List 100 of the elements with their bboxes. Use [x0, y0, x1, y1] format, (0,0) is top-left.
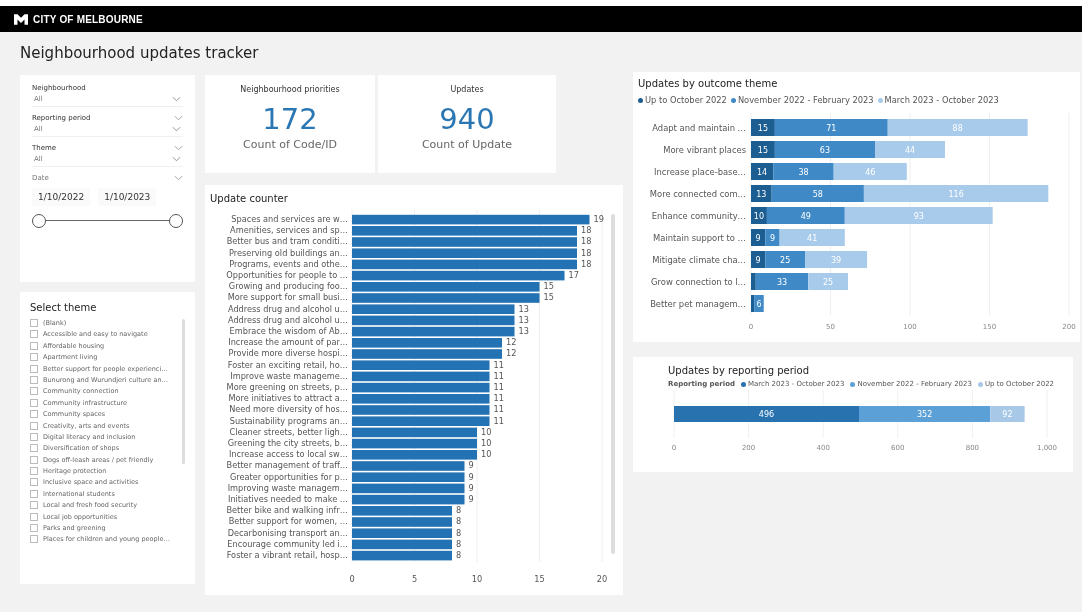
bar-segment[interactable] — [751, 295, 755, 312]
chart-title: Updates by outcome theme — [638, 78, 779, 89]
category-label: More vibrant places — [663, 145, 746, 155]
bar-segment[interactable] — [773, 163, 834, 180]
data-label: 49 — [800, 212, 811, 221]
bar-segment[interactable] — [765, 251, 806, 268]
category-label: Growing and producing foo… — [228, 281, 348, 292]
checkbox[interactable] — [30, 501, 38, 510]
slider-handle[interactable] — [32, 214, 46, 228]
bar[interactable] — [352, 282, 540, 292]
bar[interactable] — [352, 338, 502, 348]
checkbox[interactable] — [30, 387, 38, 396]
checkbox[interactable] — [30, 524, 38, 533]
bar[interactable] — [352, 226, 577, 236]
chart-title: Updates by reporting period — [667, 365, 811, 376]
checkbox[interactable] — [30, 535, 38, 544]
data-label: 25 — [780, 256, 791, 265]
bar[interactable] — [352, 304, 515, 314]
bar[interactable] — [352, 483, 465, 494]
data-label: 9 — [468, 471, 474, 482]
bar[interactable] — [352, 270, 565, 281]
bar-segment[interactable] — [751, 185, 772, 202]
category-label: Maintain support to … — [653, 233, 746, 243]
bar[interactable] — [352, 259, 577, 270]
category-label: Adapt and maintain … — [652, 123, 746, 133]
date-field[interactable]: 1/10/2022 — [32, 188, 91, 206]
data-label: 9 — [468, 482, 474, 493]
bar[interactable] — [352, 472, 465, 482]
bar-segment[interactable] — [754, 295, 764, 312]
bar[interactable] — [352, 427, 477, 438]
bar[interactable] — [352, 214, 590, 225]
date-slider[interactable] — [32, 214, 183, 228]
scrollbar[interactable] — [182, 319, 185, 464]
bar-segment[interactable] — [751, 141, 775, 158]
scrollbar[interactable] — [611, 214, 615, 554]
checkbox[interactable] — [30, 455, 38, 464]
kpi-title: Updates — [450, 85, 484, 94]
checkbox[interactable] — [30, 410, 38, 419]
bar[interactable] — [352, 248, 577, 258]
bar-segment[interactable] — [766, 207, 845, 224]
checkbox[interactable] — [30, 364, 38, 373]
checkbox[interactable] — [30, 489, 38, 498]
bar-segment[interactable] — [751, 207, 767, 224]
data-label: 116 — [948, 190, 964, 199]
legend-label[interactable]: November 2022 - February 2023 — [737, 95, 874, 105]
bar-segment[interactable] — [751, 251, 766, 268]
checkbox[interactable] — [30, 478, 38, 487]
bar[interactable] — [352, 528, 452, 538]
checkbox[interactable] — [30, 421, 38, 430]
bar[interactable] — [352, 326, 515, 337]
checkbox[interactable] — [30, 353, 38, 362]
checkbox[interactable] — [30, 467, 38, 476]
checkbox[interactable] — [30, 398, 38, 407]
checkbox[interactable] — [30, 330, 38, 339]
category-label: Increase access to local sw… — [228, 449, 348, 460]
checkbox[interactable] — [30, 512, 38, 521]
bar[interactable] — [352, 360, 490, 370]
data-label: 44 — [904, 146, 916, 155]
category-label: More connected com… — [649, 189, 746, 199]
checkbox[interactable] — [30, 319, 38, 327]
data-label: 71 — [826, 124, 837, 133]
category-label: Greater opportunities for p… — [229, 471, 348, 482]
legend-label[interactable]: March 2023 - October 2023 — [884, 95, 999, 105]
bar[interactable] — [352, 506, 452, 516]
bar[interactable] — [352, 550, 452, 561]
checkbox[interactable] — [30, 432, 38, 441]
category-label: Need more diversity of hos… — [229, 404, 348, 415]
checkbox[interactable] — [30, 341, 38, 350]
data-label: 13 — [518, 326, 529, 336]
bar-segment[interactable] — [751, 119, 775, 136]
bar[interactable] — [352, 539, 452, 550]
chart-title: Update counter — [210, 193, 289, 204]
bar-segment[interactable] — [765, 229, 780, 246]
checkbox[interactable] — [30, 375, 38, 384]
checkbox[interactable] — [30, 444, 38, 453]
data-label: 63 — [819, 146, 831, 155]
bar-segment[interactable] — [755, 273, 809, 290]
bar[interactable] — [352, 371, 490, 382]
bar[interactable] — [352, 382, 490, 393]
date-field[interactable]: 1/10/2023 — [98, 188, 157, 206]
bar[interactable] — [352, 416, 490, 426]
bar-segment[interactable] — [751, 163, 774, 180]
category-label: More greening on streets, p… — [226, 382, 348, 392]
category-label: Better management of traff… — [226, 460, 348, 471]
data-label: 11 — [493, 370, 504, 381]
chevron-icon[interactable] — [174, 175, 183, 181]
bar-segment[interactable] — [751, 229, 766, 246]
bar[interactable] — [352, 315, 515, 326]
category-label: Encourage community led i… — [227, 538, 348, 549]
category-label: Initiatives needed to make … — [228, 494, 348, 504]
bar[interactable] — [352, 494, 465, 505]
data-label: 11 — [493, 415, 504, 426]
bar[interactable] — [352, 394, 490, 404]
category-label: Opportunities for people to … — [226, 270, 348, 280]
data-label: 19 — [593, 214, 604, 224]
bar[interactable] — [352, 438, 477, 449]
legend-label[interactable]: Up to October 2022 — [645, 95, 727, 105]
bar[interactable] — [352, 450, 477, 460]
data-label: 15 — [757, 124, 768, 133]
slider-handle[interactable] — [169, 214, 183, 228]
